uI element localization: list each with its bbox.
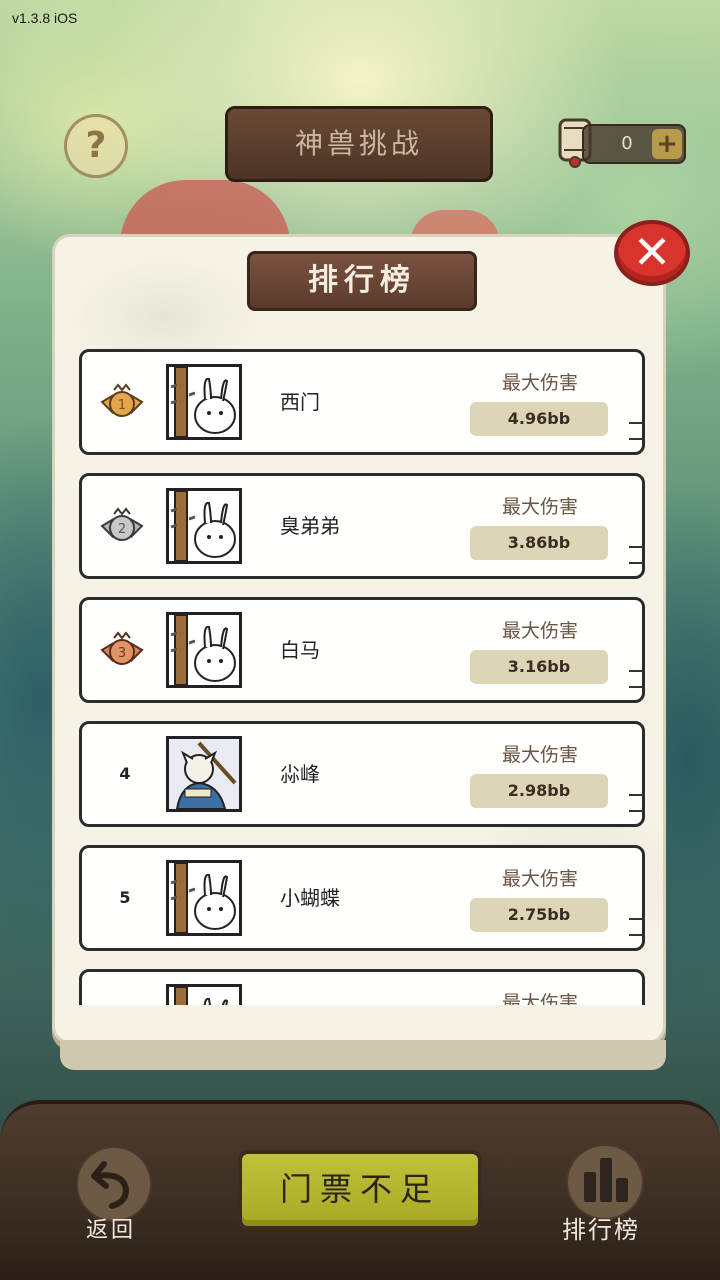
max-damage-label: 最大伤害 xyxy=(501,620,578,642)
row-edge-decoration xyxy=(629,670,645,688)
version-label: v1.3.8 iOS xyxy=(12,10,78,26)
player-name: 白马 xyxy=(280,638,320,662)
row-edge-decoration xyxy=(629,422,645,440)
leaderboard-button[interactable] xyxy=(566,1144,644,1220)
max-damage-value: 3.16bb xyxy=(470,650,608,684)
max-damage-label: 最大伤害 xyxy=(501,744,578,766)
max-damage-value: 2.75bb xyxy=(470,898,608,932)
max-damage-label: 最大伤害 xyxy=(501,372,578,394)
max-damage-value: 3.86bb xyxy=(470,526,608,560)
ticket-count: 0 xyxy=(621,133,633,154)
svg-text:3: 3 xyxy=(118,646,126,661)
help-button[interactable]: ? xyxy=(64,114,128,178)
leaderboard-row: 3 白马 最大伤害 3.16bb xyxy=(79,597,645,703)
row-edge-decoration xyxy=(629,794,645,812)
player-name: 西门 xyxy=(280,390,320,414)
settlement-timer-strip xyxy=(60,1040,666,1070)
leaderboard-label[interactable]: 排行榜 xyxy=(562,1210,640,1245)
player-name: 小蝴蝶 xyxy=(280,886,340,910)
screen-title: 神兽挑战 xyxy=(225,106,493,182)
player-name: 尛峰 xyxy=(280,762,320,786)
leaderboard-title: 排行榜 xyxy=(247,251,477,311)
leaderboard-row: 1 西门 最大伤害 4.96bb xyxy=(79,349,645,455)
leaderboard-row: 2 臭弟弟 最大伤害 3.86bb xyxy=(79,473,645,579)
leaderboard-row: 4 尛峰 最大伤害 2.98bb xyxy=(79,721,645,827)
player-avatar[interactable] xyxy=(166,364,242,440)
back-arrow-icon xyxy=(91,1161,130,1209)
row-edge-decoration xyxy=(629,918,645,936)
leaderboard-row: 最大伤害 xyxy=(79,969,645,1005)
player-avatar[interactable] xyxy=(166,612,242,688)
player-avatar[interactable] xyxy=(166,736,242,812)
player-avatar[interactable] xyxy=(166,984,242,1005)
max-damage-label: 最大伤害 xyxy=(501,992,578,1005)
svg-text:2: 2 xyxy=(118,522,126,537)
max-damage-value: 4.96bb xyxy=(470,402,608,436)
back-button[interactable] xyxy=(76,1146,152,1222)
back-label[interactable]: 返回 xyxy=(86,1212,136,1244)
insufficient-ticket-button[interactable]: 门票不足 xyxy=(238,1150,482,1230)
gold-medal-icon: 1 xyxy=(100,383,144,417)
add-ticket-button[interactable]: + xyxy=(652,129,682,159)
bronze-medal-icon: 3 xyxy=(100,631,144,665)
leaderboard-list[interactable]: 1 西门 最大伤害 4.96bb 2 臭弟弟 最大伤害 3.86bb 3 白马 … xyxy=(79,349,645,1005)
row-edge-decoration xyxy=(629,546,645,564)
player-avatar[interactable] xyxy=(166,488,242,564)
rank-number: 4 xyxy=(119,764,131,783)
leaderboard-row: 5 小蝴蝶 最大伤害 2.75bb xyxy=(79,845,645,951)
svg-text:1: 1 xyxy=(118,398,126,413)
leaderboard-modal: 排行榜 1 西门 最大伤害 4.96bb 2 臭弟弟 最大伤害 3.86bb 3… xyxy=(52,234,666,1044)
silver-medal-icon: 2 xyxy=(100,507,144,541)
player-avatar[interactable] xyxy=(166,860,242,936)
close-modal-button[interactable]: ✕ xyxy=(614,220,690,286)
ticket-counter: 0 + xyxy=(582,124,686,164)
rank-number: 5 xyxy=(119,888,131,907)
max-damage-label: 最大伤害 xyxy=(501,496,578,518)
player-name: 臭弟弟 xyxy=(280,514,340,538)
max-damage-value: 2.98bb xyxy=(470,774,608,808)
max-damage-label: 最大伤害 xyxy=(501,868,578,890)
